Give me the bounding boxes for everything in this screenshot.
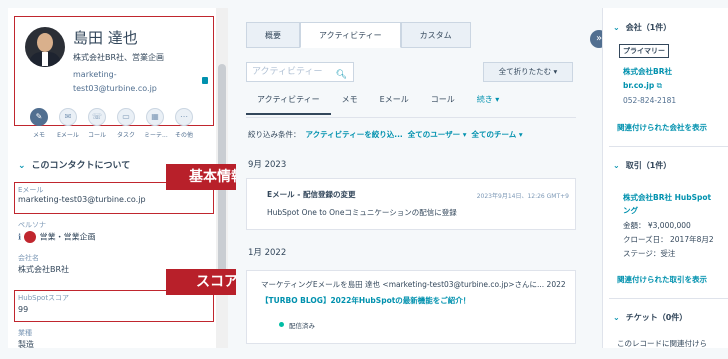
subtab-calls[interactable]: コール	[420, 94, 466, 115]
deals-section-toggle[interactable]: ⌄ 取引（1件）	[613, 160, 671, 171]
card-date: 2023年9月14日、12:26 GMT+9	[476, 193, 569, 200]
filter-teams-dropdown[interactable]: 全てのチーム ▾	[472, 130, 523, 139]
filter-activity-dropdown[interactable]: アクティビティーを絞り込...	[306, 130, 403, 139]
contact-company: 株式会社BR社、営業企画	[73, 53, 165, 62]
card-body: HubSpot One to Oneコミュニケーションの配信に登録	[267, 208, 457, 217]
card-title: Eメール - 配信登録の変更	[267, 190, 356, 199]
subtab-more[interactable]: 続き ▾	[466, 94, 511, 115]
call-button[interactable]: ☏ コール	[86, 108, 108, 139]
industry-label: 業種	[18, 329, 32, 337]
task-icon: ▭	[117, 108, 135, 126]
meeting-icon: ▦	[146, 108, 164, 126]
chevron-down-icon: ⌄	[613, 313, 620, 322]
tickets-empty-text: このレコードに関連付けら	[617, 339, 707, 348]
company-domain[interactable]: br.co.jp ⧉	[623, 81, 662, 91]
phone-icon: ☏	[88, 108, 106, 126]
month-header: 1月 2022	[248, 248, 287, 258]
search-icon: 🔍︎	[335, 70, 347, 80]
chevron-down-icon: ⌄	[613, 23, 620, 32]
subtab-activity[interactable]: アクティビティー	[246, 94, 331, 115]
score-value[interactable]: 99	[18, 305, 28, 314]
more-icon: ⋯	[175, 108, 193, 126]
deal-close-date: クローズ日： 2017年8月2	[623, 235, 714, 244]
deal-amount: 金額： ¥3,000,000	[623, 221, 691, 230]
contact-email[interactable]: marketing- test03@turbine.co.jp	[73, 68, 157, 96]
score-label: HubSpotスコア	[18, 294, 70, 302]
info-icon: ℹ	[18, 232, 22, 242]
contact-name[interactable]: 島田 達也	[73, 27, 138, 48]
tab-overview[interactable]: 概要	[246, 22, 300, 48]
action-buttons: ✎ メモ ✉ Eメール ☏ コール ▭ タスク ▦ ミーテ... ⋯ その他	[28, 108, 195, 139]
collapse-all-button[interactable]: 全て折りたたむ ▾	[483, 62, 573, 82]
divider	[609, 298, 728, 299]
associated-deal-link[interactable]: 株式会社BR社 HubSpot	[623, 192, 711, 203]
company-value[interactable]: 株式会社BR社	[18, 264, 69, 275]
company-phone[interactable]: 052-824-2181	[623, 96, 676, 105]
activity-search-input[interactable]: アクティビティー 🔍︎	[246, 62, 354, 82]
email-icon: ✉	[59, 108, 77, 126]
persona-label: ペルソナ	[18, 221, 46, 229]
activity-subtabs: アクティビティー メモ Eメール コール 続き ▾	[246, 94, 510, 115]
company-section-toggle[interactable]: ⌄ 会社（1件）	[613, 22, 671, 33]
status-dot-icon	[279, 322, 284, 327]
subtab-divider	[246, 117, 576, 118]
tab-activity[interactable]: アクティビティー	[300, 22, 401, 48]
tickets-section-toggle[interactable]: ⌄ チケット（0件）	[613, 312, 687, 323]
deal-stage: ステージ：受注	[623, 249, 676, 258]
filter-users-dropdown[interactable]: 全てのユーザー ▾	[408, 130, 467, 139]
persona-icon	[23, 231, 36, 243]
card-title: マーケティングEメールを島田 達也 <marketing-test03@turb…	[261, 280, 566, 289]
about-section-toggle[interactable]: ⌄ このコンタクトについて	[18, 158, 130, 171]
activity-card[interactable]: Eメール - 配信登録の変更 2023年9月14日、12:26 GMT+9 Hu…	[246, 178, 576, 230]
record-tabs: 概要 アクティビティー カスタム	[246, 22, 471, 48]
subtab-email[interactable]: Eメール	[369, 94, 420, 115]
company-label: 会社名	[18, 254, 39, 262]
email-value[interactable]: marketing-test03@turbine.co.jp	[18, 195, 146, 204]
task-button[interactable]: ▭ タスク	[115, 108, 137, 139]
month-header: 9月 2023	[248, 160, 287, 170]
industry-value[interactable]: 製造	[18, 339, 34, 348]
chevron-down-icon: ⌄	[613, 161, 620, 170]
view-associated-companies-link[interactable]: 関連付けられた会社を表示	[617, 122, 707, 133]
associated-company-link[interactable]: 株式会社BR社	[623, 66, 672, 77]
subtab-notes[interactable]: メモ	[331, 94, 369, 115]
email-button[interactable]: ✉ Eメール	[57, 108, 79, 139]
primary-badge: プライマリー	[619, 44, 669, 58]
view-associated-deals-link[interactable]: 関連付けられた取引を表示	[617, 274, 707, 285]
activity-panel: 概要 アクティビティー カスタム アクティビティー 🔍︎ 全て折りたたむ ▾ ア…	[236, 8, 590, 348]
activity-card[interactable]: マーケティングEメールを島田 達也 <marketing-test03@turb…	[246, 270, 576, 344]
more-button[interactable]: ⋯ その他	[173, 108, 195, 139]
chevron-down-icon: ⌄	[18, 161, 26, 171]
note-button[interactable]: ✎ メモ	[28, 108, 50, 139]
persona-value[interactable]: ℹ 営業・営業企画	[18, 231, 96, 243]
note-icon: ✎	[30, 108, 48, 126]
divider	[609, 146, 728, 147]
avatar[interactable]	[25, 27, 65, 67]
tab-custom[interactable]: カスタム	[400, 22, 471, 48]
status-text: 配信済み	[289, 322, 315, 330]
email-label: Eメール	[18, 186, 44, 194]
associations-panel: ⌄ 会社（1件） プライマリー 株式会社BR社 br.co.jp ⧉ 052-82…	[602, 8, 728, 348]
associated-deal-link-cont[interactable]: ング	[623, 205, 638, 216]
email-subject-link[interactable]: 【TURBO BLOG】2022年HubSpotの最新機能をご紹介！	[261, 295, 470, 306]
external-link-icon: ⧉	[656, 81, 662, 90]
copy-icon[interactable]	[202, 77, 208, 84]
filter-bar: 絞り込み条件： アクティビティーを絞り込... 全てのユーザー ▾ 全てのチーム ▾	[248, 130, 523, 139]
app-frame: 島田 達也 株式会社BR社、営業企画 marketing- test03@tur…	[0, 0, 728, 359]
meeting-button[interactable]: ▦ ミーテ...	[144, 108, 168, 139]
